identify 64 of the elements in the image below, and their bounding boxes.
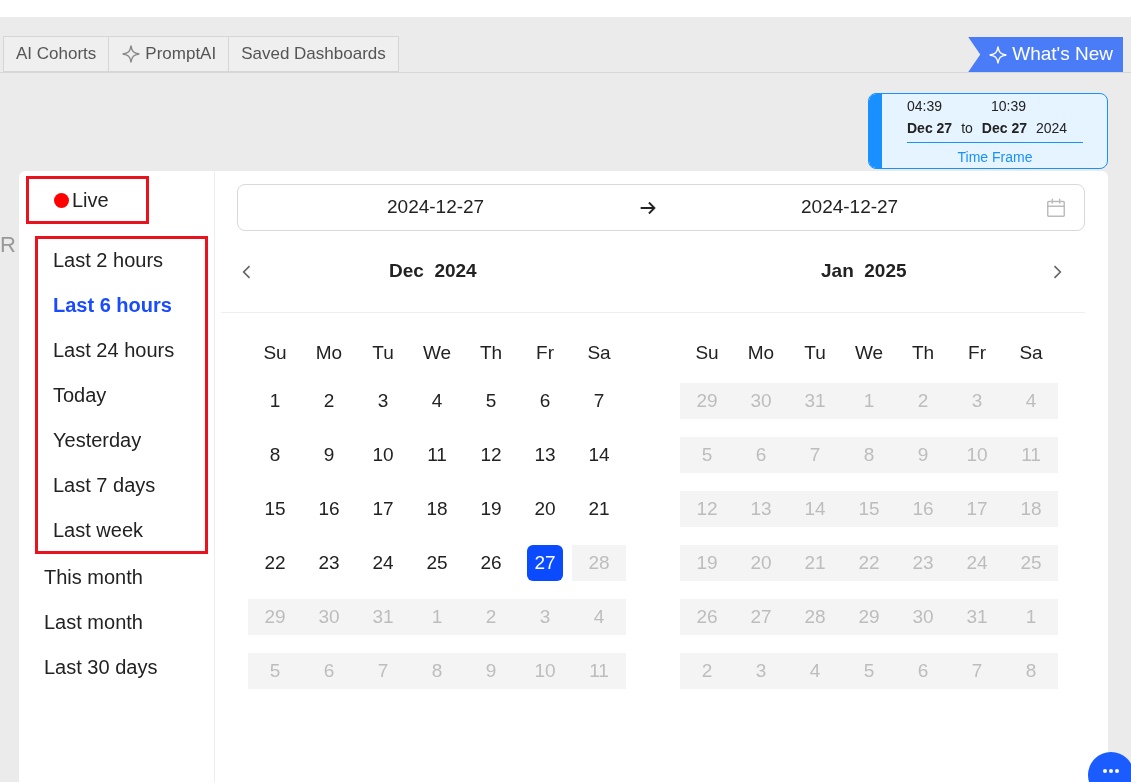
calendar-day[interactable]: 9 <box>311 437 347 473</box>
time-frame-caption: Time Frame <box>957 148 1033 167</box>
weekday-label: Tu <box>371 340 395 365</box>
month-title: Dec 2024 <box>389 259 478 284</box>
weekday-label: Mo <box>314 340 344 365</box>
calendar-day[interactable]: 20 <box>527 491 563 527</box>
year-label: 2024 <box>1036 118 1068 138</box>
whats-new-button[interactable]: What's New <box>968 37 1123 72</box>
calendar-day[interactable]: 7 <box>581 383 617 419</box>
end-date: Dec 27 <box>981 118 1027 138</box>
weekday-label: Fr <box>535 340 555 365</box>
calendar-day[interactable]: 19 <box>473 491 509 527</box>
weekday-label: Fr <box>967 340 987 365</box>
calendar-day[interactable]: 21 <box>581 491 617 527</box>
calendar-day[interactable]: 23 <box>311 545 347 581</box>
start-date-value: 2024-12-27 <box>387 195 486 220</box>
month-title: Jan 2025 <box>821 259 907 284</box>
calendar-day[interactable]: 6 <box>527 383 563 419</box>
calendar-day[interactable]: 13 <box>527 437 563 473</box>
calendar-icon <box>1045 196 1067 219</box>
calendar-day[interactable]: 16 <box>311 491 347 527</box>
calendar-day[interactable]: 22 <box>257 545 293 581</box>
weekday-label: Th <box>910 340 936 365</box>
start-time: 04:39 <box>907 96 944 116</box>
calendar-day[interactable]: 15 <box>257 491 293 527</box>
calendar-day[interactable]: 1 <box>257 383 293 419</box>
calendar-day[interactable]: 24 <box>365 545 401 581</box>
weekday-label: Th <box>478 340 504 365</box>
preset-option[interactable]: Live <box>29 173 134 227</box>
weekday-label: Tu <box>803 340 827 365</box>
weekday-label: Sa <box>586 340 612 365</box>
calendar-day[interactable]: 10 <box>365 437 401 473</box>
dashboard-tab[interactable]: Saved Dashboards <box>228 36 399 72</box>
weekday-label: Sa <box>1018 340 1044 365</box>
calendar-day[interactable]: 8 <box>257 437 293 473</box>
calendar-day[interactable]: 27 <box>527 545 563 581</box>
time-frame-card[interactable]: 04:39 10:39 Dec 27 to Dec 27 2024 Time Frame <box>868 93 1108 169</box>
range-separator: to <box>961 118 973 138</box>
calendar-day[interactable]: 14 <box>581 437 617 473</box>
calendar-day[interactable]: 26 <box>473 545 509 581</box>
calendar-day[interactable]: 2 <box>311 383 347 419</box>
start-date: Dec 27 <box>907 118 953 138</box>
calendar-day[interactable]: 3 <box>365 383 401 419</box>
background-text: R <box>0 231 17 259</box>
end-date-value: 2024-12-27 <box>801 195 899 220</box>
calendar-day[interactable]: 12 <box>473 437 509 473</box>
weekday-label: Su <box>694 340 720 365</box>
weekday-label: Su <box>262 340 288 365</box>
calendar-day[interactable]: 5 <box>473 383 509 419</box>
dots-icon <box>1101 767 1121 775</box>
dashboard-tab[interactable]: AI Cohorts <box>3 36 110 72</box>
dashboard-tab[interactable]: PromptAI <box>108 36 230 72</box>
end-time: 10:39 <box>991 96 1027 116</box>
weekday-label: We <box>853 340 885 365</box>
calendar-day[interactable]: 4 <box>419 383 455 419</box>
date-range-field[interactable]: 2024-12-27 2024-12-27 <box>237 184 1085 231</box>
weekday-label: We <box>421 340 453 365</box>
calendar-day[interactable]: 18 <box>419 491 455 527</box>
weekday-label: Mo <box>746 340 776 365</box>
sparkle-icon <box>988 44 1009 65</box>
calendar-day[interactable]: 25 <box>419 545 455 581</box>
sparkle-icon <box>121 44 142 64</box>
calendar-day[interactable]: 11 <box>419 437 455 473</box>
calendar-day[interactable]: 17 <box>365 491 401 527</box>
